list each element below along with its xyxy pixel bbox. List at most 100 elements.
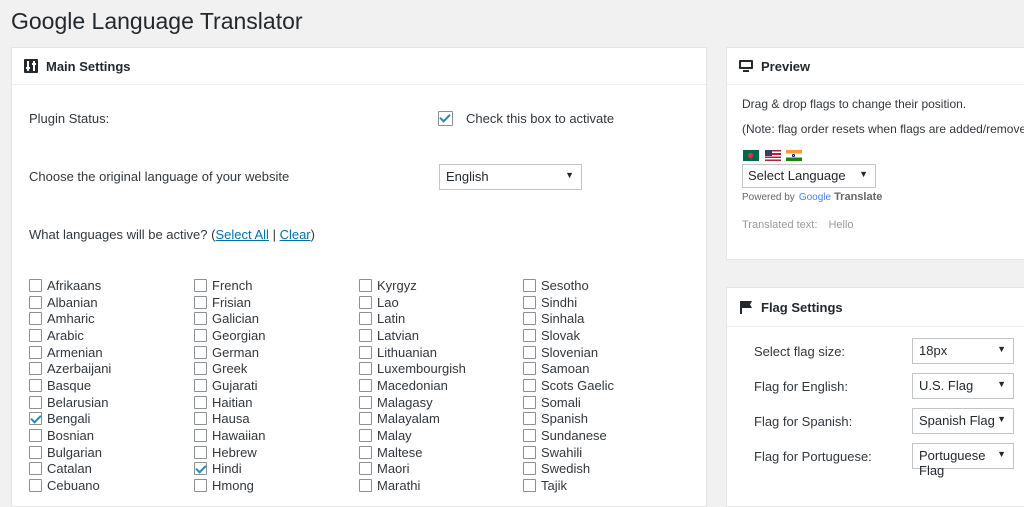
language-option[interactable]: Samoan bbox=[523, 360, 614, 377]
bangladesh-flag-icon[interactable] bbox=[743, 150, 759, 162]
language-checkbox[interactable] bbox=[29, 362, 42, 376]
us-flag-icon[interactable] bbox=[764, 150, 781, 162]
language-option[interactable]: Swedish bbox=[523, 461, 614, 478]
language-checkbox[interactable] bbox=[359, 429, 372, 443]
language-checkbox[interactable] bbox=[523, 278, 536, 292]
language-checkbox[interactable] bbox=[194, 479, 207, 493]
flag-setting-select[interactable]: Spanish Flag ▼ bbox=[912, 408, 1014, 434]
language-checkbox[interactable] bbox=[523, 378, 536, 392]
language-option[interactable]: Albanian bbox=[29, 294, 111, 311]
select-all-link[interactable]: Select All bbox=[215, 227, 268, 242]
language-option[interactable]: Georgian bbox=[194, 327, 265, 344]
language-option[interactable]: Belarusian bbox=[29, 394, 111, 411]
language-option[interactable]: Marathi bbox=[359, 477, 466, 494]
language-checkbox[interactable] bbox=[523, 362, 536, 376]
language-option[interactable]: Bulgarian bbox=[29, 444, 111, 461]
language-option[interactable]: Amharic bbox=[29, 310, 111, 327]
language-option[interactable]: Arabic bbox=[29, 327, 111, 344]
language-option[interactable]: Hawaiian bbox=[194, 427, 265, 444]
language-option[interactable]: Kyrgyz bbox=[359, 277, 466, 294]
language-option[interactable]: Armenian bbox=[29, 344, 111, 361]
language-checkbox[interactable] bbox=[29, 445, 42, 459]
language-option[interactable]: Malayalam bbox=[359, 411, 466, 428]
language-checkbox[interactable] bbox=[523, 479, 536, 493]
language-checkbox[interactable] bbox=[523, 429, 536, 443]
language-option[interactable]: Haitian bbox=[194, 394, 265, 411]
language-option[interactable]: Maltese bbox=[359, 444, 466, 461]
language-option[interactable]: Afrikaans bbox=[29, 277, 111, 294]
language-checkbox[interactable] bbox=[359, 328, 372, 342]
language-checkbox[interactable] bbox=[359, 362, 372, 376]
language-option[interactable]: Macedonian bbox=[359, 377, 466, 394]
language-checkbox[interactable] bbox=[359, 462, 372, 476]
language-checkbox[interactable] bbox=[29, 328, 42, 342]
language-checkbox[interactable] bbox=[29, 378, 42, 392]
clear-link[interactable]: Clear bbox=[280, 227, 311, 242]
language-option[interactable]: French bbox=[194, 277, 265, 294]
language-checkbox[interactable] bbox=[194, 412, 207, 426]
language-option[interactable]: Hebrew bbox=[194, 444, 265, 461]
language-option[interactable]: Malay bbox=[359, 427, 466, 444]
language-checkbox[interactable] bbox=[359, 395, 372, 409]
language-option[interactable]: Galician bbox=[194, 310, 265, 327]
language-option[interactable]: Gujarati bbox=[194, 377, 265, 394]
language-option[interactable]: Latvian bbox=[359, 327, 466, 344]
language-option[interactable]: Somali bbox=[523, 394, 614, 411]
language-checkbox[interactable] bbox=[29, 395, 42, 409]
language-checkbox[interactable] bbox=[29, 462, 42, 476]
language-option[interactable]: Greek bbox=[194, 360, 265, 377]
language-option[interactable]: Sesotho bbox=[523, 277, 614, 294]
language-option[interactable]: Bengali bbox=[29, 411, 111, 428]
language-checkbox[interactable] bbox=[194, 362, 207, 376]
language-option[interactable]: Maori bbox=[359, 461, 466, 478]
language-option[interactable]: Swahili bbox=[523, 444, 614, 461]
language-option[interactable]: Basque bbox=[29, 377, 111, 394]
language-checkbox[interactable] bbox=[523, 462, 536, 476]
language-option[interactable]: Lao bbox=[359, 294, 466, 311]
language-option[interactable]: Scots Gaelic bbox=[523, 377, 614, 394]
language-option[interactable]: Luxembourgish bbox=[359, 360, 466, 377]
language-checkbox[interactable] bbox=[359, 312, 372, 326]
activate-checkbox[interactable] bbox=[438, 111, 453, 126]
language-option[interactable]: Frisian bbox=[194, 294, 265, 311]
language-checkbox[interactable] bbox=[523, 312, 536, 326]
language-checkbox[interactable] bbox=[523, 395, 536, 409]
language-checkbox[interactable] bbox=[194, 345, 207, 359]
translate-text[interactable]: Translate bbox=[834, 191, 882, 203]
flag-setting-select[interactable]: 18px ▼ bbox=[912, 338, 1014, 364]
language-option[interactable]: Hindi bbox=[194, 461, 265, 478]
language-checkbox[interactable] bbox=[194, 328, 207, 342]
language-checkbox[interactable] bbox=[194, 312, 207, 326]
language-checkbox[interactable] bbox=[359, 445, 372, 459]
language-checkbox[interactable] bbox=[194, 429, 207, 443]
language-checkbox[interactable] bbox=[29, 312, 42, 326]
language-option[interactable]: Spanish bbox=[523, 411, 614, 428]
language-checkbox[interactable] bbox=[523, 345, 536, 359]
language-option[interactable]: Hausa bbox=[194, 411, 265, 428]
language-option[interactable]: Lithuanian bbox=[359, 344, 466, 361]
language-checkbox[interactable] bbox=[194, 395, 207, 409]
language-checkbox[interactable] bbox=[29, 295, 42, 309]
language-checkbox[interactable] bbox=[359, 412, 372, 426]
language-option[interactable]: Malagasy bbox=[359, 394, 466, 411]
language-option[interactable]: Cebuano bbox=[29, 477, 111, 494]
language-option[interactable]: Sindhi bbox=[523, 294, 614, 311]
language-checkbox[interactable] bbox=[194, 445, 207, 459]
language-checkbox[interactable] bbox=[523, 412, 536, 426]
flag-setting-select[interactable]: U.S. Flag ▼ bbox=[912, 373, 1014, 399]
language-checkbox[interactable] bbox=[194, 278, 207, 292]
language-checkbox[interactable] bbox=[194, 378, 207, 392]
language-option[interactable]: Sinhala bbox=[523, 310, 614, 327]
language-checkbox[interactable] bbox=[523, 445, 536, 459]
language-checkbox[interactable] bbox=[29, 412, 42, 426]
language-option[interactable]: Slovenian bbox=[523, 344, 614, 361]
language-checkbox[interactable] bbox=[523, 328, 536, 342]
language-option[interactable]: Bosnian bbox=[29, 427, 111, 444]
language-checkbox[interactable] bbox=[29, 429, 42, 443]
language-checkbox[interactable] bbox=[523, 295, 536, 309]
original-language-select[interactable]: English ▼ bbox=[439, 164, 582, 190]
language-option[interactable]: Catalan bbox=[29, 461, 111, 478]
language-checkbox[interactable] bbox=[194, 462, 207, 476]
language-checkbox[interactable] bbox=[359, 345, 372, 359]
language-option[interactable]: Azerbaijani bbox=[29, 360, 111, 377]
